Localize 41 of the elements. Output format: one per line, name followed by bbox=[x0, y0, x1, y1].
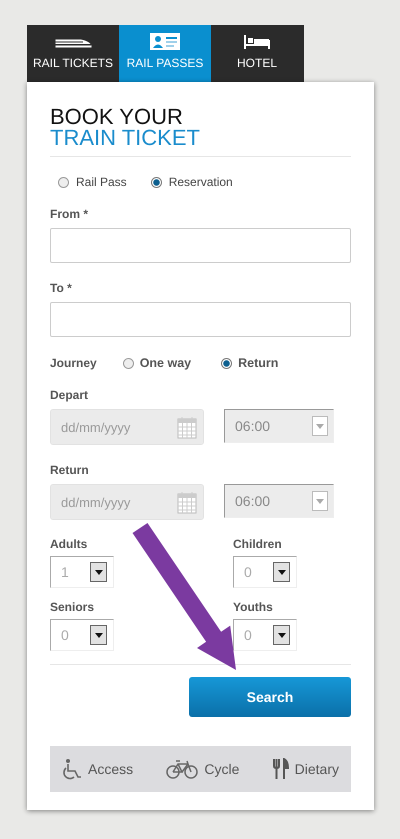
dropdown-caret-icon[interactable] bbox=[273, 562, 290, 582]
calendar-icon[interactable] bbox=[177, 490, 197, 514]
dropdown-caret-icon[interactable] bbox=[90, 625, 107, 645]
option-link[interactable]: Dietary bbox=[272, 758, 339, 780]
field-label: From * bbox=[50, 207, 90, 221]
number-select[interactable]: 1 bbox=[50, 556, 114, 588]
option-link[interactable]: Cycle bbox=[166, 759, 240, 779]
option-link[interactable]: Access bbox=[62, 758, 134, 780]
radio-label: Return bbox=[238, 356, 278, 370]
heading: TRAIN TICKET bbox=[50, 127, 200, 148]
id-card-icon bbox=[150, 33, 180, 50]
wheelchair-icon bbox=[62, 758, 82, 780]
field-label: Seniors bbox=[50, 600, 96, 614]
dropdown-caret-icon[interactable] bbox=[90, 562, 107, 582]
tab[interactable]: RAIL PASSES bbox=[119, 25, 211, 82]
bicycle-icon bbox=[166, 759, 198, 779]
heading: BOOK YOUR bbox=[50, 106, 183, 127]
radio-button[interactable] bbox=[150, 176, 162, 188]
number-select[interactable]: 0 bbox=[50, 619, 114, 651]
input-field[interactable] bbox=[50, 228, 351, 263]
radio-label: One way bbox=[140, 356, 192, 370]
number-select[interactable]: 0 bbox=[233, 619, 297, 651]
search-button[interactable]: Search bbox=[189, 677, 351, 717]
number-select[interactable]: 0 bbox=[233, 556, 297, 588]
cutlery-icon bbox=[272, 758, 289, 780]
radio-button[interactable] bbox=[221, 358, 232, 368]
radio-button[interactable] bbox=[58, 176, 69, 188]
radio-button[interactable] bbox=[122, 358, 134, 368]
radio-label: Reservation bbox=[168, 175, 233, 189]
field-label: Depart bbox=[50, 388, 90, 402]
field-label: Adults bbox=[50, 537, 88, 551]
bed-icon bbox=[244, 34, 270, 50]
field-label: Return bbox=[50, 463, 90, 477]
dropdown-caret-icon[interactable] bbox=[273, 625, 290, 645]
field-label: Youths bbox=[233, 600, 274, 614]
field-label: Journey bbox=[50, 356, 97, 370]
radio-label: Rail Pass bbox=[76, 175, 127, 189]
input-field[interactable] bbox=[50, 302, 351, 337]
calendar-icon[interactable] bbox=[177, 415, 197, 439]
field-label: Children bbox=[233, 537, 283, 551]
field-label: To * bbox=[50, 281, 73, 295]
